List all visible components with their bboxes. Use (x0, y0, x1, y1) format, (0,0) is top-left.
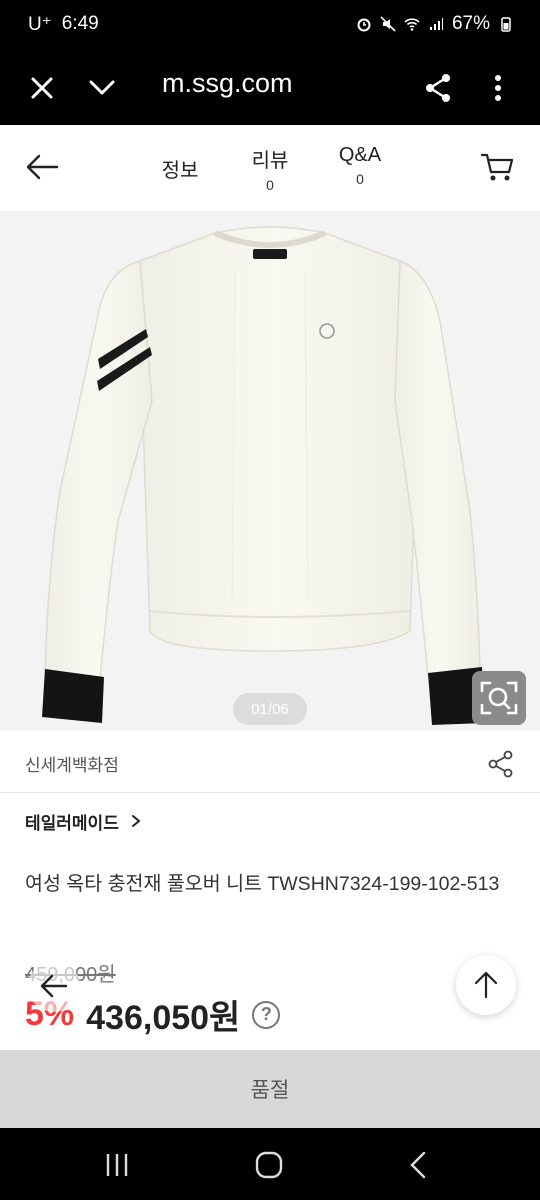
close-tab-button[interactable] (22, 68, 62, 108)
soldout-button[interactable]: 품절 (0, 1050, 540, 1128)
tab-qna-count: 0 (356, 171, 364, 187)
share-icon (488, 750, 513, 778)
home-button[interactable] (252, 1148, 286, 1182)
home-icon (255, 1151, 283, 1179)
floating-back-button[interactable] (28, 960, 80, 1012)
product-image (42, 226, 484, 725)
cart-icon (480, 153, 514, 181)
arrow-left-icon (40, 974, 68, 998)
recent-apps-button[interactable] (100, 1148, 134, 1182)
more-menu-button[interactable] (478, 68, 518, 108)
tab-reviews[interactable]: 리뷰 0 (240, 144, 300, 193)
wifi-icon (404, 18, 420, 31)
brand-link[interactable]: 테일러메이드 (25, 806, 143, 836)
tab-qna[interactable]: Q&A 0 (325, 144, 395, 187)
tab-qna-label: Q&A (338, 144, 382, 166)
share-page-button[interactable] (418, 68, 458, 108)
product-header: 정보 리뷰 0 Q&A 0 (0, 125, 540, 211)
tab-reviews-count: 0 (266, 177, 274, 193)
arrow-up-icon (474, 971, 498, 999)
cart-button[interactable] (478, 147, 518, 187)
system-back-button[interactable] (402, 1148, 436, 1182)
battery-icon (501, 17, 511, 32)
signal-icon (429, 18, 443, 30)
close-icon (31, 77, 53, 99)
scroll-top-button[interactable] (456, 955, 516, 1015)
product-image-gallery[interactable]: 01/06 (0, 211, 540, 731)
store-row: 신세계백화점 (0, 731, 540, 793)
back-button[interactable] (22, 147, 62, 187)
product-title: 여성 옥타 충전재 풀오버 니트 TWSHN7324-199-102-513 (25, 873, 500, 895)
browser-bar: m.ssg.com (0, 50, 540, 125)
chevron-left-icon (410, 1151, 426, 1179)
system-nav-bar (0, 1128, 540, 1200)
tab-info[interactable]: 정보 (150, 154, 210, 183)
brand-name: 테일러메이드 (25, 813, 119, 833)
more-vertical-icon (495, 75, 501, 101)
share-icon (426, 74, 450, 102)
lens-search-button[interactable] (472, 671, 526, 725)
tab-info-label: 정보 (161, 160, 199, 182)
store-name[interactable]: 신세계백화점 (25, 751, 119, 776)
clock: 6:49 (61, 13, 99, 34)
mute-icon (380, 16, 396, 32)
alarm-icon (357, 18, 371, 32)
chevron-down-icon (89, 80, 115, 95)
url-text[interactable]: m.ssg.com (162, 68, 293, 99)
sale-price: 436,050원 (86, 999, 241, 1037)
recents-icon (106, 1154, 128, 1176)
image-counter: 01/06 (233, 693, 307, 725)
tab-reviews-label: 리뷰 (251, 150, 289, 172)
share-product-button[interactable] (486, 749, 516, 779)
collapse-button[interactable] (82, 68, 122, 108)
lens-icon (480, 681, 518, 715)
status-bar: U⁺ 6:49 67% (0, 0, 540, 50)
chevron-right-icon (131, 815, 141, 827)
arrow-left-icon (26, 154, 59, 180)
battery-percent: 67% (451, 13, 490, 34)
carrier-label: U⁺ (28, 14, 52, 35)
price-info-button[interactable]: ? (252, 1000, 281, 1029)
